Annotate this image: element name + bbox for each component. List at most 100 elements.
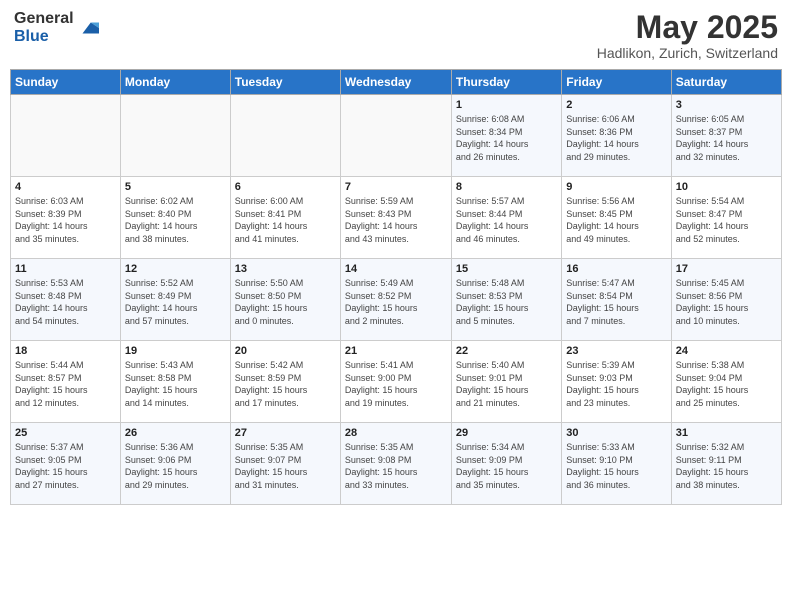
day-number: 16 bbox=[566, 263, 666, 275]
day-info: Sunrise: 5:49 AM Sunset: 8:52 PM Dayligh… bbox=[345, 277, 447, 327]
calendar-cell: 24 Sunrise: 5:38 AM Sunset: 9:04 PM Dayli… bbox=[671, 341, 781, 423]
day-info: Sunrise: 5:35 AM Sunset: 9:08 PM Dayligh… bbox=[345, 441, 447, 491]
day-number: 24 bbox=[676, 345, 777, 357]
logo-icon bbox=[77, 17, 99, 39]
calendar-cell: 18 Sunrise: 5:44 AM Sunset: 8:57 PM Dayli… bbox=[11, 341, 121, 423]
title-block: May 2025 Hadlikon, Zurich, Switzerland bbox=[597, 10, 778, 61]
day-info: Sunrise: 5:54 AM Sunset: 8:47 PM Dayligh… bbox=[676, 195, 777, 245]
day-number: 12 bbox=[125, 263, 226, 275]
day-number: 13 bbox=[235, 263, 336, 275]
week-row-5: 25 Sunrise: 5:37 AM Sunset: 9:05 PM Dayli… bbox=[11, 423, 782, 505]
weekday-header-saturday: Saturday bbox=[671, 70, 781, 95]
day-info: Sunrise: 5:35 AM Sunset: 9:07 PM Dayligh… bbox=[235, 441, 336, 491]
day-number: 19 bbox=[125, 345, 226, 357]
day-number: 20 bbox=[235, 345, 336, 357]
day-number: 21 bbox=[345, 345, 447, 357]
day-info: Sunrise: 5:45 AM Sunset: 8:56 PM Dayligh… bbox=[676, 277, 777, 327]
day-info: Sunrise: 5:48 AM Sunset: 8:53 PM Dayligh… bbox=[456, 277, 557, 327]
calendar-cell: 2 Sunrise: 6:06 AM Sunset: 8:36 PM Daylig… bbox=[562, 95, 671, 177]
calendar-cell: 31Sunrise: 5:32 AM Sunset: 9:11 PM Dayli… bbox=[671, 423, 781, 505]
week-row-4: 18 Sunrise: 5:44 AM Sunset: 8:57 PM Dayli… bbox=[11, 341, 782, 423]
calendar-subtitle: Hadlikon, Zurich, Switzerland bbox=[597, 45, 778, 61]
calendar-cell: 10 Sunrise: 5:54 AM Sunset: 8:47 PM Dayli… bbox=[671, 177, 781, 259]
calendar-cell bbox=[230, 95, 340, 177]
day-info: Sunrise: 6:06 AM Sunset: 8:36 PM Dayligh… bbox=[566, 113, 666, 163]
week-row-2: 4 Sunrise: 6:03 AM Sunset: 8:39 PM Daylig… bbox=[11, 177, 782, 259]
day-number: 15 bbox=[456, 263, 557, 275]
day-number: 9 bbox=[566, 181, 666, 193]
day-number: 10 bbox=[676, 181, 777, 193]
day-number: 25 bbox=[15, 427, 116, 439]
calendar-title: May 2025 bbox=[597, 10, 778, 45]
day-number: 22 bbox=[456, 345, 557, 357]
day-info: Sunrise: 5:43 AM Sunset: 8:58 PM Dayligh… bbox=[125, 359, 226, 409]
weekday-header-sunday: Sunday bbox=[11, 70, 121, 95]
day-info: Sunrise: 5:38 AM Sunset: 9:04 PM Dayligh… bbox=[676, 359, 777, 409]
day-number: 28 bbox=[345, 427, 447, 439]
logo: General Blue bbox=[14, 10, 99, 45]
calendar-cell: 27 Sunrise: 5:35 AM Sunset: 9:07 PM Dayli… bbox=[230, 423, 340, 505]
day-number: 1 bbox=[456, 99, 557, 111]
calendar-table: SundayMondayTuesdayWednesdayThursdayFrid… bbox=[10, 69, 782, 505]
day-info: Sunrise: 5:39 AM Sunset: 9:03 PM Dayligh… bbox=[566, 359, 666, 409]
day-info: Sunrise: 6:08 AM Sunset: 8:34 PM Dayligh… bbox=[456, 113, 557, 163]
weekday-header-thursday: Thursday bbox=[451, 70, 561, 95]
calendar-cell: 15 Sunrise: 5:48 AM Sunset: 8:53 PM Dayli… bbox=[451, 259, 561, 341]
weekday-header-friday: Friday bbox=[562, 70, 671, 95]
calendar-cell: 8Sunrise: 5:57 AM Sunset: 8:44 PM Daylig… bbox=[451, 177, 561, 259]
calendar-cell bbox=[120, 95, 230, 177]
weekday-header-monday: Monday bbox=[120, 70, 230, 95]
calendar-cell: 14 Sunrise: 5:49 AM Sunset: 8:52 PM Dayli… bbox=[340, 259, 451, 341]
calendar-cell: 3 Sunrise: 6:05 AM Sunset: 8:37 PM Daylig… bbox=[671, 95, 781, 177]
page-header: General Blue May 2025 Hadlikon, Zurich, … bbox=[10, 10, 782, 61]
calendar-cell bbox=[11, 95, 121, 177]
day-number: 14 bbox=[345, 263, 447, 275]
logo-blue: Blue bbox=[14, 28, 74, 46]
day-number: 7 bbox=[345, 181, 447, 193]
calendar-cell: 1 Sunrise: 6:08 AM Sunset: 8:34 PM Daylig… bbox=[451, 95, 561, 177]
day-number: 4 bbox=[15, 181, 116, 193]
day-info: Sunrise: 5:59 AM Sunset: 8:43 PM Dayligh… bbox=[345, 195, 447, 245]
day-info: Sunrise: 5:40 AM Sunset: 9:01 PM Dayligh… bbox=[456, 359, 557, 409]
calendar-cell: 29 Sunrise: 5:34 AM Sunset: 9:09 PM Dayli… bbox=[451, 423, 561, 505]
week-row-1: 1 Sunrise: 6:08 AM Sunset: 8:34 PM Daylig… bbox=[11, 95, 782, 177]
day-info: Sunrise: 6:03 AM Sunset: 8:39 PM Dayligh… bbox=[15, 195, 116, 245]
calendar-cell: 23Sunrise: 5:39 AM Sunset: 9:03 PM Dayli… bbox=[562, 341, 671, 423]
day-info: Sunrise: 5:42 AM Sunset: 8:59 PM Dayligh… bbox=[235, 359, 336, 409]
day-number: 3 bbox=[676, 99, 777, 111]
day-number: 6 bbox=[235, 181, 336, 193]
calendar-cell: 17Sunrise: 5:45 AM Sunset: 8:56 PM Dayli… bbox=[671, 259, 781, 341]
calendar-cell bbox=[340, 95, 451, 177]
calendar-cell: 28 Sunrise: 5:35 AM Sunset: 9:08 PM Dayli… bbox=[340, 423, 451, 505]
day-number: 8 bbox=[456, 181, 557, 193]
day-info: Sunrise: 5:44 AM Sunset: 8:57 PM Dayligh… bbox=[15, 359, 116, 409]
week-row-3: 11Sunrise: 5:53 AM Sunset: 8:48 PM Dayli… bbox=[11, 259, 782, 341]
day-info: Sunrise: 5:37 AM Sunset: 9:05 PM Dayligh… bbox=[15, 441, 116, 491]
calendar-cell: 26Sunrise: 5:36 AM Sunset: 9:06 PM Dayli… bbox=[120, 423, 230, 505]
calendar-cell: 25 Sunrise: 5:37 AM Sunset: 9:05 PM Dayli… bbox=[11, 423, 121, 505]
calendar-cell: 16Sunrise: 5:47 AM Sunset: 8:54 PM Dayli… bbox=[562, 259, 671, 341]
day-info: Sunrise: 5:52 AM Sunset: 8:49 PM Dayligh… bbox=[125, 277, 226, 327]
day-info: Sunrise: 5:34 AM Sunset: 9:09 PM Dayligh… bbox=[456, 441, 557, 491]
day-info: Sunrise: 6:05 AM Sunset: 8:37 PM Dayligh… bbox=[676, 113, 777, 163]
day-number: 27 bbox=[235, 427, 336, 439]
day-info: Sunrise: 5:50 AM Sunset: 8:50 PM Dayligh… bbox=[235, 277, 336, 327]
calendar-cell: 13 Sunrise: 5:50 AM Sunset: 8:50 PM Dayli… bbox=[230, 259, 340, 341]
day-number: 30 bbox=[566, 427, 666, 439]
weekday-header-wednesday: Wednesday bbox=[340, 70, 451, 95]
calendar-cell: 22 Sunrise: 5:40 AM Sunset: 9:01 PM Dayli… bbox=[451, 341, 561, 423]
day-info: Sunrise: 6:00 AM Sunset: 8:41 PM Dayligh… bbox=[235, 195, 336, 245]
day-number: 18 bbox=[15, 345, 116, 357]
day-number: 29 bbox=[456, 427, 557, 439]
day-number: 5 bbox=[125, 181, 226, 193]
calendar-cell: 5 Sunrise: 6:02 AM Sunset: 8:40 PM Daylig… bbox=[120, 177, 230, 259]
calendar-cell: 4 Sunrise: 6:03 AM Sunset: 8:39 PM Daylig… bbox=[11, 177, 121, 259]
day-number: 26 bbox=[125, 427, 226, 439]
day-number: 31 bbox=[676, 427, 777, 439]
day-info: Sunrise: 5:41 AM Sunset: 9:00 PM Dayligh… bbox=[345, 359, 447, 409]
day-number: 11 bbox=[15, 263, 116, 275]
day-number: 2 bbox=[566, 99, 666, 111]
day-info: Sunrise: 5:33 AM Sunset: 9:10 PM Dayligh… bbox=[566, 441, 666, 491]
calendar-cell: 20 Sunrise: 5:42 AM Sunset: 8:59 PM Dayli… bbox=[230, 341, 340, 423]
day-info: Sunrise: 6:02 AM Sunset: 8:40 PM Dayligh… bbox=[125, 195, 226, 245]
